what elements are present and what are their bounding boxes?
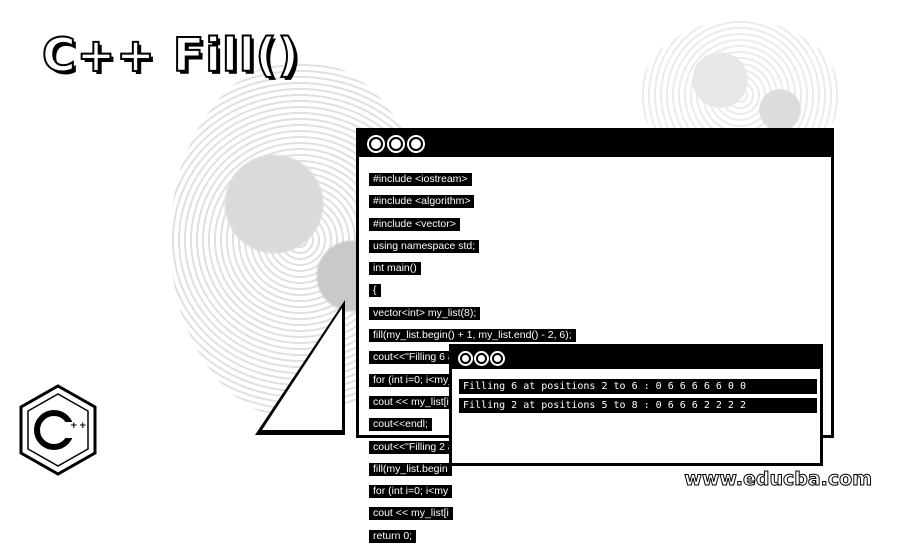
- code-line: cout<<endl;: [369, 418, 432, 432]
- output-window: Filling 6 at positions 2 to 6 : 0 6 6 6 …: [449, 344, 823, 466]
- window-dot-icon[interactable]: [389, 137, 403, 151]
- window-dot-icon[interactable]: [369, 137, 383, 151]
- page-title: C++ Fill(): [41, 27, 300, 83]
- output-line: Filling 2 at positions 5 to 8 : 0 6 6 6 …: [459, 398, 817, 413]
- code-line: int main(): [369, 262, 421, 276]
- code-line: fill(my_list.begin: [369, 462, 452, 476]
- code-line: using namespace std;: [369, 239, 480, 253]
- window-dot-icon[interactable]: [409, 137, 423, 151]
- svg-text:+: +: [70, 421, 78, 431]
- code-line: #include <vector>: [369, 217, 460, 231]
- window-dot-icon[interactable]: [492, 352, 503, 364]
- window-dot-icon[interactable]: [460, 352, 471, 364]
- code-line: {: [369, 284, 381, 298]
- output-line: Filling 6 at positions 2 to 6 : 0 6 6 6 …: [459, 379, 817, 394]
- code-line: return 0;: [369, 529, 417, 543]
- svg-text:+: +: [79, 421, 87, 431]
- window-dot-icon[interactable]: [476, 352, 487, 364]
- code-line: #include <iostream>: [369, 173, 472, 186]
- watermark: www.educba.com: [684, 468, 873, 491]
- window-titlebar: [359, 131, 831, 157]
- cpp-logo-icon: + +: [19, 384, 97, 476]
- code-line: fill(my_list.begin() + 1, my_list.end() …: [369, 329, 576, 343]
- window-titlebar: [452, 347, 820, 369]
- decorative-triangle-inner: [262, 308, 342, 430]
- code-line: for (int i=0; i<my: [369, 485, 453, 499]
- code-line: #include <algorithm>: [369, 195, 475, 209]
- code-line: cout<<"Filling 2 a: [369, 440, 458, 454]
- code-line: vector<int> my_list(8);: [369, 306, 481, 320]
- code-line: cout << my_list[i: [369, 507, 453, 521]
